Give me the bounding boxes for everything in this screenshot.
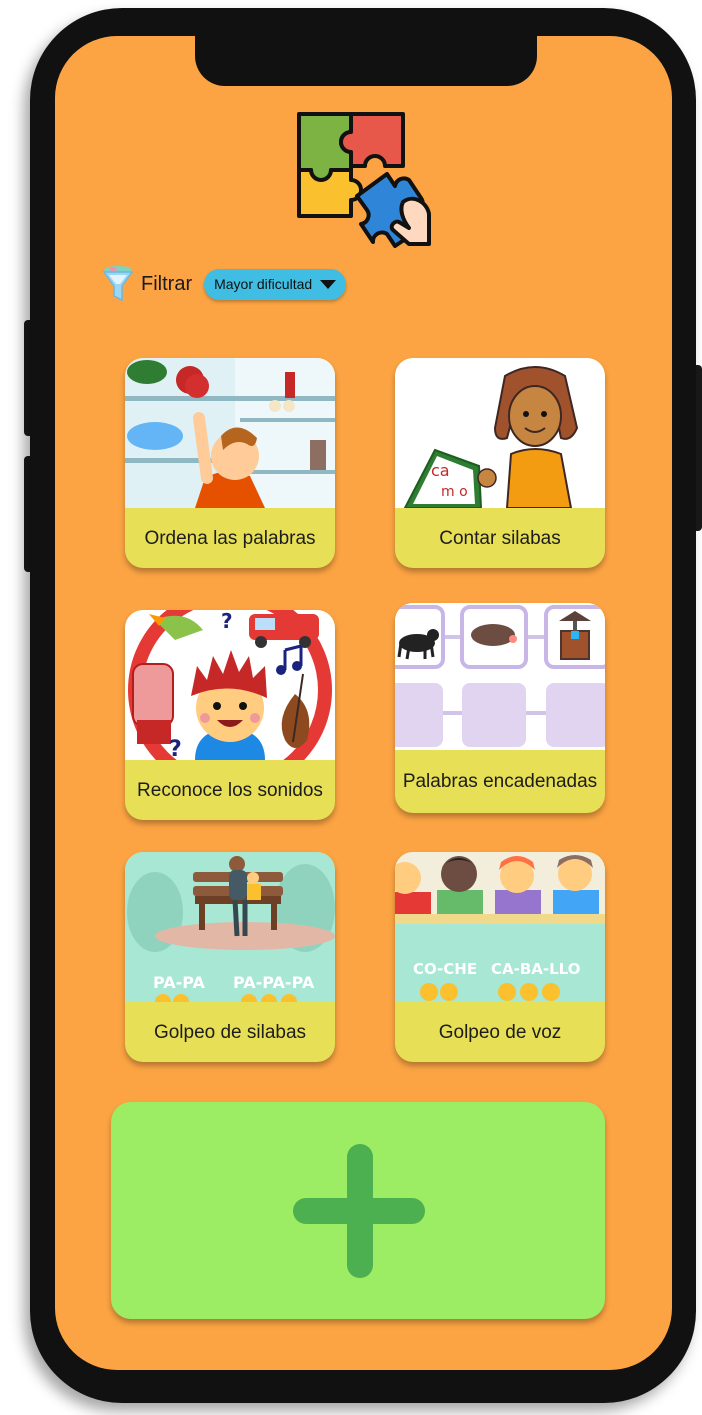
funnel-icon[interactable] xyxy=(101,264,135,304)
activity-card-ordena-palabras[interactable]: Ordena las palabras xyxy=(125,358,335,568)
filter-label: Filtrar xyxy=(141,272,193,295)
activity-label: Palabras encadenadas xyxy=(402,771,598,792)
plus-icon-bar xyxy=(293,1198,425,1224)
filter-row: Filtrar Mayor dificultad xyxy=(101,264,347,304)
image-text-ca-ba-llo: CA-BA-LLO xyxy=(491,960,580,978)
girl-blocks-image: ca m o xyxy=(395,358,605,508)
svg-text:?: ? xyxy=(221,610,233,633)
phone-notch xyxy=(195,36,537,86)
image-text-pa-pa-pa: PA-PA-PA xyxy=(233,973,315,992)
voice-clap-image: CO-CHE CA-BA-LLO xyxy=(395,852,605,1002)
dropdown-selected-value: Mayor dificultad xyxy=(214,276,313,292)
activity-label: Golpeo de voz xyxy=(438,1022,562,1043)
activity-card-reconoce-sonidos[interactable]: ? ? Reconoce los sonidos xyxy=(125,610,335,820)
svg-text:?: ? xyxy=(169,737,182,760)
app-screen: Filtrar Mayor dificultad Ordena las pala… xyxy=(55,36,672,1370)
boy-sounds-image: ? ? xyxy=(125,610,335,760)
activity-label: Golpeo de silabas xyxy=(153,1022,307,1043)
boy-fridge-image xyxy=(125,358,335,508)
activity-card-golpeo-voz[interactable]: CO-CHE CA-BA-LLO Golpeo de voz xyxy=(395,852,605,1062)
puzzle-logo-icon xyxy=(297,112,431,248)
image-text-co-che: CO-CHE xyxy=(413,960,477,978)
syllable-clap-image: PA-PA PA-PA-PA xyxy=(125,852,335,1002)
activity-card-golpeo-silabas[interactable]: PA-PA PA-PA-PA Golpeo de silabas xyxy=(125,852,335,1062)
chevron-down-icon xyxy=(320,279,337,289)
activity-label: Ordena las palabras xyxy=(144,528,316,549)
activity-label: Reconoce los sonidos xyxy=(137,780,323,801)
add-activity-button[interactable] xyxy=(111,1102,605,1319)
svg-text:ca: ca xyxy=(431,461,450,480)
activity-card-contar-silabas[interactable]: ca m o Contar silabas xyxy=(395,358,605,568)
chained-words-image xyxy=(395,603,605,750)
activity-label: Contar silabas xyxy=(439,528,561,549)
activity-card-palabras-encadenadas[interactable]: Palabras encadenadas xyxy=(395,603,605,813)
svg-text:m o: m o xyxy=(441,484,468,500)
difficulty-dropdown[interactable]: Mayor dificultad xyxy=(204,268,347,300)
image-text-pa-pa: PA-PA xyxy=(153,973,206,992)
